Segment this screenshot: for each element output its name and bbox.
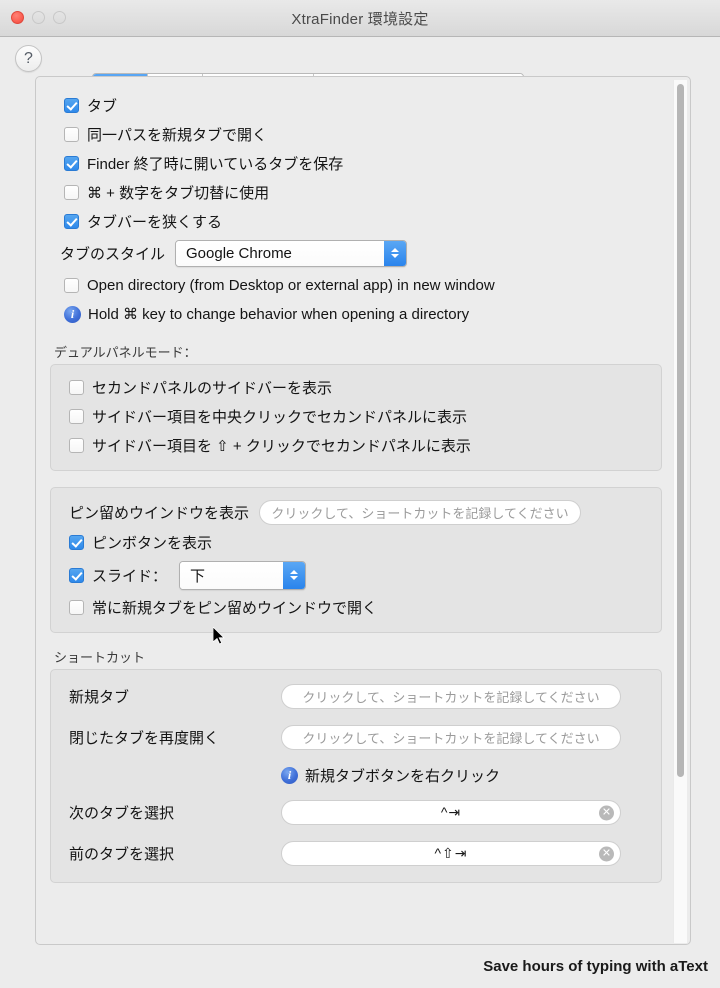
tab-style-value: Google Chrome [176,241,384,266]
checkbox-same-path-new-tab[interactable] [64,127,79,142]
bottom-banner: Save hours of typing with aText [0,945,720,988]
checkbox-label-show-pin-button: ピンボタンを表示 [92,532,212,553]
slide-direction-value: 下 [180,562,283,589]
checkbox-label-cmd-number-switch: ⌘ + 数字をタブ切替に使用 [87,182,269,203]
checkbox-label-narrow-tabbar: タブバーを狭くする [87,211,222,232]
shortcut-row-new-tab: 新規タブ クリックして、ショートカットを記録してください [51,676,661,717]
shortcut-placeholder-new-tab: クリックして、ショートカットを記録してください [302,687,599,706]
window-titlebar: XtraFinder 環境設定 [0,0,720,37]
checkbox-show-pin-button[interactable] [69,535,84,550]
minimize-button-icon[interactable] [32,11,45,24]
info-icon: i [64,306,81,323]
open-directory-hint-text: Hold ⌘ key to change behavior when openi… [88,305,469,323]
tab-style-popup-button[interactable]: Google Chrome [175,240,407,267]
chevron-up-icon [290,570,298,574]
checkbox-cmd-number-switch[interactable] [64,185,79,200]
checkbox-row-cmd-number-switch[interactable]: ⌘ + 数字をタブ切替に使用 [36,178,676,207]
banner-text: Save hours of typing with aText [483,958,708,975]
shortcut-recorder-select-previous-tab[interactable]: ^⇧⇥ ✕ [281,841,621,866]
info-icon: i [281,767,298,784]
checkbox-row-shift-click-second-panel[interactable]: サイドバー項目を ⇧ + クリックでセカンドパネルに表示 [51,431,661,460]
slide-label: スライド： [92,565,167,586]
slide-row: スライド： 下 [51,557,661,593]
slide-stepper-icon[interactable] [283,562,305,589]
checkbox-label-save-tabs-on-quit: Finder 終了時に開いているタブを保存 [87,153,343,174]
checkbox-row-always-open-in-pinned[interactable]: 常に新規タブをピン留めウインドウで開く [51,593,661,622]
checkbox-save-tabs-on-quit[interactable] [64,156,79,171]
checkbox-second-panel-sidebar[interactable] [69,380,84,395]
checkbox-label-middle-click-second-panel: サイドバー項目を中央クリックでセカンドパネルに表示 [92,406,467,427]
checkbox-row-same-path-new-tab[interactable]: 同一パスを新規タブで開く [36,120,676,149]
checkbox-row-narrow-tabbar[interactable]: タブバーを狭くする [36,207,676,236]
shortcut-value-select-next-tab: ^⇥ [441,804,461,821]
tab-pane-content: タブ 同一パスを新規タブで開く Finder 終了時に開いているタブを保存 ⌘ … [36,77,676,883]
checkbox-label-tabs: タブ [87,95,117,116]
shortcut-label-select-next-tab: 次のタブを選択 [69,802,281,823]
shortcut-row-reopen-closed-tab: 閉じたタブを再度開く クリックして、ショートカットを記録してください [51,717,661,758]
tab-style-stepper-icon[interactable] [384,241,406,266]
clear-shortcut-icon[interactable]: ✕ [599,805,614,820]
traffic-light-group [11,11,66,24]
close-button-icon[interactable] [11,11,24,24]
checkbox-row-save-tabs-on-quit[interactable]: Finder 終了時に開いているタブを保存 [36,149,676,178]
dual-panel-groupbox: セカンドパネルのサイドバーを表示 サイドバー項目を中央クリックでセカンドパネルに… [50,364,662,471]
shortcut-row-select-next-tab: 次のタブを選択 ^⇥ ✕ [51,792,661,833]
pinned-window-show-row: ピン留めウインドウを表示 クリックして、ショートカットを記録してください [51,496,661,528]
shortcuts-hint-text: 新規タブボタンを右クリック [305,765,500,786]
shortcut-row-select-previous-tab: 前のタブを選択 ^⇧⇥ ✕ [51,833,661,874]
pinned-window-shortcut-recorder[interactable]: クリックして、ショートカットを記録してください [259,500,581,525]
xtrafinder-preferences-window: XtraFinder 環境設定 ? タブ 機能 アピアランス Finder メニ… [0,0,720,988]
checkbox-row-second-panel-sidebar[interactable]: セカンドパネルのサイドバーを表示 [51,373,661,402]
shortcut-recorder-new-tab[interactable]: クリックして、ショートカットを記録してください [281,684,621,709]
checkbox-narrow-tabbar[interactable] [64,214,79,229]
pinned-window-shortcut-placeholder: クリックして、ショートカットを記録してください [271,503,568,522]
help-button[interactable]: ? [15,45,42,72]
checkbox-label-open-directory: Open directory (from Desktop or external… [87,277,495,294]
checkbox-always-open-in-pinned[interactable] [69,600,84,615]
checkbox-row-tabs[interactable]: タブ [36,91,676,120]
checkbox-slide[interactable] [69,568,84,583]
shortcut-recorder-select-next-tab[interactable]: ^⇥ ✕ [281,800,621,825]
checkbox-row-show-pin-button[interactable]: ピンボタンを表示 [51,528,661,557]
shortcuts-group-label: ショートカット [36,647,676,666]
chevron-down-icon [391,254,399,258]
checkbox-label-same-path-new-tab: 同一パスを新規タブで開く [87,124,267,145]
checkbox-middle-click-second-panel[interactable] [69,409,84,424]
clear-shortcut-icon[interactable]: ✕ [599,846,614,861]
window-title: XtraFinder 環境設定 [0,8,720,29]
scrollbar-thumb[interactable] [677,84,684,777]
shortcut-label-new-tab: 新規タブ [69,686,281,707]
tab-style-label: タブのスタイル [60,243,165,264]
zoom-button-icon[interactable] [53,11,66,24]
shortcut-label-select-previous-tab: 前のタブを選択 [69,843,281,864]
checkbox-tabs[interactable] [64,98,79,113]
tab-style-row: タブのスタイル Google Chrome [36,236,676,270]
checkbox-shift-click-second-panel[interactable] [69,438,84,453]
shortcut-placeholder-reopen-closed-tab: クリックして、ショートカットを記録してください [302,728,599,747]
pinned-window-groupbox: ピン留めウインドウを表示 クリックして、ショートカットを記録してください ピンボ… [50,487,662,633]
shortcuts-groupbox: 新規タブ クリックして、ショートカットを記録してください 閉じたタブを再度開く … [50,669,662,883]
open-directory-hint-row: i Hold ⌘ key to change behavior when ope… [36,300,676,328]
chevron-up-icon [391,248,399,252]
pinned-window-show-label: ピン留めウインドウを表示 [69,502,249,523]
checkbox-label-always-open-in-pinned: 常に新規タブをピン留めウインドウで開く [92,597,377,618]
dual-panel-group-label: デュアルパネルモード： [36,342,676,361]
checkbox-row-middle-click-second-panel[interactable]: サイドバー項目を中央クリックでセカンドパネルに表示 [51,402,661,431]
slide-direction-popup-button[interactable]: 下 [179,561,306,590]
checkbox-row-open-directory[interactable]: Open directory (from Desktop or external… [36,270,676,300]
shortcut-recorder-reopen-closed-tab[interactable]: クリックして、ショートカットを記録してください [281,725,621,750]
checkbox-label-second-panel-sidebar: セカンドパネルのサイドバーを表示 [92,377,332,398]
shortcut-label-reopen-closed-tab: 閉じたタブを再度開く [69,727,281,748]
chevron-down-icon [290,576,298,580]
checkbox-open-directory[interactable] [64,278,79,293]
shortcut-value-select-previous-tab: ^⇧⇥ [434,845,467,862]
shortcuts-hint-row: i 新規タブボタンを右クリック [51,758,661,792]
checkbox-label-shift-click-second-panel: サイドバー項目を ⇧ + クリックでセカンドパネルに表示 [92,435,471,456]
preferences-content-panel: タブ 同一パスを新規タブで開く Finder 終了時に開いているタブを保存 ⌘ … [35,76,691,945]
